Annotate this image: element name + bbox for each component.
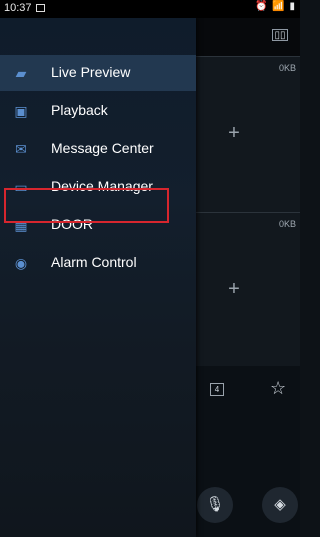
menu-item-live-preview[interactable]: ▰ Live Preview <box>0 55 196 91</box>
ptz-icon: ◈ <box>274 496 286 513</box>
preview-pane-2[interactable]: 0KB + <box>196 212 300 367</box>
split-screen-icon[interactable]: ▯▯ <box>272 29 288 41</box>
pane-bitrate: 0KB <box>278 63 296 73</box>
menu-item-label: Playback <box>51 102 108 118</box>
microphone-icon: 🎙 <box>205 496 225 513</box>
add-device-icon[interactable]: + <box>224 123 244 143</box>
alarm-icon: ◉ <box>14 255 28 271</box>
menu-item-message-center[interactable]: ✉ Message Center <box>0 131 196 167</box>
camera-icon: ▰ <box>15 65 27 81</box>
preview-controls: 4 ☆ <box>196 366 300 416</box>
menu-item-label: Message Center <box>51 140 154 156</box>
menu-item-playback[interactable]: ▣ Playback <box>0 93 196 129</box>
pane-bitrate: 0KB <box>278 219 296 229</box>
status-icons: ⏰ 📶 ▮ <box>255 1 296 12</box>
status-bar: 10:37 ⏰ 📶 ▮ <box>0 0 300 18</box>
add-device-icon[interactable]: + <box>224 279 244 299</box>
envelope-icon: ✉ <box>15 141 27 157</box>
menu-item-label: Live Preview <box>51 64 131 80</box>
window-count-icon[interactable]: 4 <box>210 383 224 396</box>
image-notification-icon <box>36 4 45 12</box>
side-drawer-menu: ▰ Live Preview ▣ Playback ✉ Message Cent… <box>0 18 196 537</box>
status-time: 10:37 <box>4 2 32 14</box>
device-manager-highlight <box>4 188 169 223</box>
playback-icon: ▣ <box>14 103 28 119</box>
microphone-button[interactable]: 🎙 <box>197 487 233 523</box>
favorite-star-icon[interactable]: ☆ <box>270 378 286 398</box>
preview-pane-1[interactable]: 0KB + <box>196 56 300 212</box>
menu-item-label: Alarm Control <box>51 254 137 270</box>
menu-item-alarm-control[interactable]: ◉ Alarm Control <box>0 245 196 281</box>
ptz-button[interactable]: ◈ <box>262 487 298 523</box>
